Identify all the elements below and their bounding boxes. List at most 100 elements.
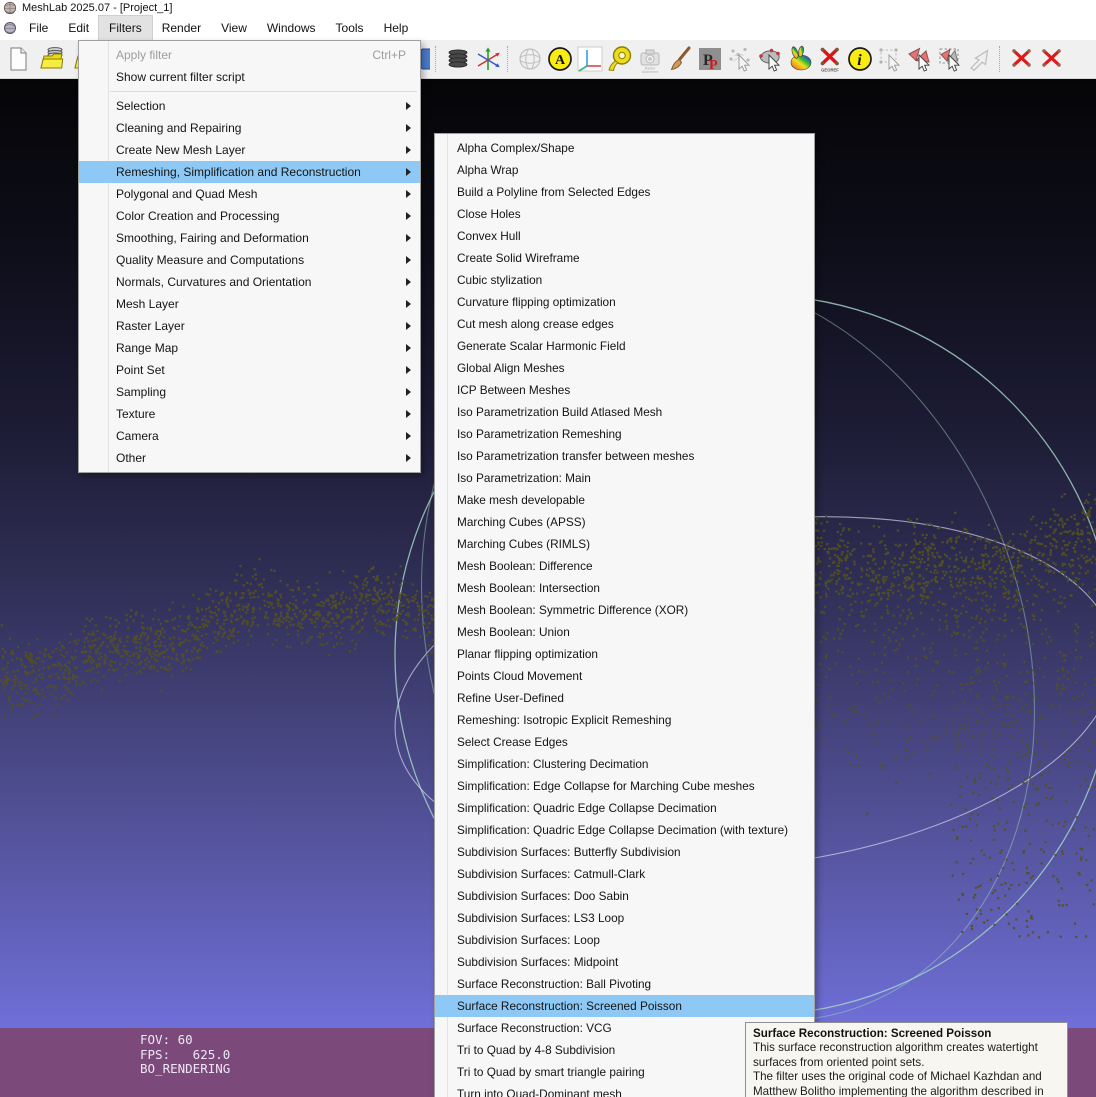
submenu-item-subdivision-surfaces-butterfly-subdivision[interactable]: Subdivision Surfaces: Butterfly Subdivis… [435,841,814,863]
submenu-item-points-cloud-movement[interactable]: Points Cloud Movement [435,665,814,687]
submenu-item-simplification-clustering-decimation[interactable]: Simplification: Clustering Decimation [435,753,814,775]
reset-trackball-icon[interactable] [474,45,502,73]
filters-menu-item-show-current-filter-script[interactable]: Show current filter script [79,66,420,88]
submenu-item-surface-reconstruction-screened-poisson[interactable]: Surface Reconstruction: Screened Poisson [435,995,814,1017]
select-faces-rect-icon[interactable] [936,45,964,73]
submenu-item-cubic-stylization[interactable]: Cubic stylization [435,269,814,291]
filters-category-normals-curvatures-and-orientation[interactable]: Normals, Curvatures and Orientation [79,271,420,293]
open-project-icon[interactable] [38,45,66,73]
show-layer-dialog-icon[interactable] [444,45,472,73]
status-line: FPS: 625.0 [140,1048,230,1063]
partial-save-icon[interactable] [421,45,430,73]
submenu-item-curvature-flipping-optimization[interactable]: Curvature flipping optimization [435,291,814,313]
submenu-item-alpha-wrap[interactable]: Alpha Wrap [435,159,814,181]
submenu-item-mesh-boolean-symmetric-difference-xor[interactable]: Mesh Boolean: Symmetric Difference (XOR) [435,599,814,621]
submenu-item-make-mesh-developable[interactable]: Make mesh developable [435,489,814,511]
submenu-item-surface-reconstruction-ball-pivoting[interactable]: Surface Reconstruction: Ball Pivoting [435,973,814,995]
submenu-item-iso-parametrization-remeshing[interactable]: Iso Parametrization Remeshing [435,423,814,445]
menubar-item-help[interactable]: Help [374,16,419,40]
delete-selected-vertices-icon[interactable] [1038,45,1066,73]
submenu-item-subdivision-surfaces-catmull-clark[interactable]: Subdivision Surfaces: Catmull-Clark [435,863,814,885]
menu-item-label: Subdivision Surfaces: Loop [457,933,600,947]
submenu-item-subdivision-surfaces-midpoint[interactable]: Subdivision Surfaces: Midpoint [435,951,814,973]
measuring-tool-icon[interactable] [606,45,634,73]
submenu-item-iso-parametrization-main[interactable]: Iso Parametrization: Main [435,467,814,489]
filters-category-raster-layer[interactable]: Raster Layer [79,315,420,337]
get-info-icon[interactable]: i [846,45,874,73]
submenu-item-close-holes[interactable]: Close Holes [435,203,814,225]
submenu-item-build-a-polyline-from-selected-edges[interactable]: Build a Polyline from Selected Edges [435,181,814,203]
filters-category-polygonal-and-quad-mesh[interactable]: Polygonal and Quad Mesh [79,183,420,205]
filters-category-smoothing-fairing-and-deformation[interactable]: Smoothing, Fairing and Deformation [79,227,420,249]
menubar-item-edit[interactable]: Edit [58,16,99,40]
submenu-arrow-icon [406,366,411,374]
submenu-arrow-icon [406,190,411,198]
submenu-item-simplification-edge-collapse-for-marching-cube-meshes[interactable]: Simplification: Edge Collapse for Marchi… [435,775,814,797]
filters-category-mesh-layer[interactable]: Mesh Layer [79,293,420,315]
submenu-item-cut-mesh-along-crease-edges[interactable]: Cut mesh along crease edges [435,313,814,335]
z-painting-icon[interactable] [666,45,694,73]
meshlab-window: MeshLab 2025.07 - [Project_1] FileEditFi… [0,0,1096,1097]
mesh-picking-icon[interactable] [756,45,784,73]
filters-category-color-creation-and-processing[interactable]: Color Creation and Processing [79,205,420,227]
menu-item-label: Turn into Quad-Dominant mesh [457,1087,622,1097]
submenu-item-alpha-complex-shape[interactable]: Alpha Complex/Shape [435,137,814,159]
menubar-item-render[interactable]: Render [152,16,211,40]
menu-item-label: Iso Parametrization: Main [457,471,591,485]
georeference-icon[interactable]: GEOREF [816,45,844,73]
submenu-item-generate-scalar-harmonic-field[interactable]: Generate Scalar Harmonic Field [435,335,814,357]
submenu-item-marching-cubes-rimls[interactable]: Marching Cubes (RIMLS) [435,533,814,555]
submenu-item-mesh-boolean-difference[interactable]: Mesh Boolean: Difference [435,555,814,577]
select-faces-icon[interactable] [906,45,934,73]
submenu-item-create-solid-wireframe[interactable]: Create Solid Wireframe [435,247,814,269]
submenu-item-marching-cubes-apss[interactable]: Marching Cubes (APSS) [435,511,814,533]
filters-category-selection[interactable]: Selection [79,95,420,117]
raster-alignment-icon[interactable]: RasterAlignment [636,45,664,73]
menubar-item-tools[interactable]: Tools [326,16,374,40]
point-picking-icon[interactable] [726,45,754,73]
submenu-item-subdivision-surfaces-loop[interactable]: Subdivision Surfaces: Loop [435,929,814,951]
filters-category-point-set[interactable]: Point Set [79,359,420,381]
menu-item-label: Marching Cubes (APSS) [457,515,586,529]
orthographic-view-icon[interactable] [516,45,544,73]
submenu-item-subdivision-surfaces-ls3-loop[interactable]: Subdivision Surfaces: LS3 Loop [435,907,814,929]
filters-category-cleaning-and-repairing[interactable]: Cleaning and Repairing [79,117,420,139]
submenu-item-simplification-quadric-edge-collapse-decimation[interactable]: Simplification: Quadric Edge Collapse De… [435,797,814,819]
quality-mapper-icon[interactable] [786,45,814,73]
submenu-item-simplification-quadric-edge-collapse-decimation-with-texture[interactable]: Simplification: Quadric Edge Collapse De… [435,819,814,841]
submenu-item-mesh-boolean-union[interactable]: Mesh Boolean: Union [435,621,814,643]
filters-category-quality-measure-and-computations[interactable]: Quality Measure and Computations [79,249,420,271]
submenu-item-convex-hull[interactable]: Convex Hull [435,225,814,247]
menubar-item-file[interactable]: File [19,16,58,40]
delete-selected-faces-icon[interactable] [1008,45,1036,73]
submenu-item-global-align-meshes[interactable]: Global Align Meshes [435,357,814,379]
submenu-item-subdivision-surfaces-doo-sabin[interactable]: Subdivision Surfaces: Doo Sabin [435,885,814,907]
show-axes-icon[interactable] [576,45,604,73]
menu-item-label: Marching Cubes (RIMLS) [457,537,590,551]
new-empty-project-icon[interactable] [4,45,32,73]
filters-category-remeshing-simplification-and-reconstruction[interactable]: Remeshing, Simplification and Reconstruc… [79,161,420,183]
submenu-item-select-crease-edges[interactable]: Select Crease Edges [435,731,814,753]
submenu-item-planar-flipping-optimization[interactable]: Planar flipping optimization [435,643,814,665]
move-selection-icon[interactable] [966,45,994,73]
filters-category-sampling[interactable]: Sampling [79,381,420,403]
submenu-item-mesh-boolean-intersection[interactable]: Mesh Boolean: Intersection [435,577,814,599]
submenu-item-iso-parametrization-transfer-between-meshes[interactable]: Iso Parametrization transfer between mes… [435,445,814,467]
submenu-item-iso-parametrization-build-atlased-mesh[interactable]: Iso Parametrization Build Atlased Mesh [435,401,814,423]
submenu-item-refine-user-defined[interactable]: Refine User-Defined [435,687,814,709]
menubar-item-filters[interactable]: Filters [99,16,152,40]
pp-edit-icon[interactable]: PP [696,45,724,73]
filters-category-camera[interactable]: Camera [79,425,420,447]
filters-category-create-new-mesh-layer[interactable]: Create New Mesh Layer [79,139,420,161]
text-label-icon[interactable]: A [546,45,574,73]
filters-category-range-map[interactable]: Range Map [79,337,420,359]
filters-menu-item-apply-filter[interactable]: Apply filterCtrl+P [79,44,420,66]
filters-category-other[interactable]: Other [79,447,420,469]
menubar-item-windows[interactable]: Windows [257,16,326,40]
submenu-item-icp-between-meshes[interactable]: ICP Between Meshes [435,379,814,401]
filters-category-texture[interactable]: Texture [79,403,420,425]
menubar-item-view[interactable]: View [211,16,257,40]
select-vertices-icon[interactable] [876,45,904,73]
menu-item-label: Points Cloud Movement [457,669,582,683]
submenu-item-remeshing-isotropic-explicit-remeshing[interactable]: Remeshing: Isotropic Explicit Remeshing [435,709,814,731]
